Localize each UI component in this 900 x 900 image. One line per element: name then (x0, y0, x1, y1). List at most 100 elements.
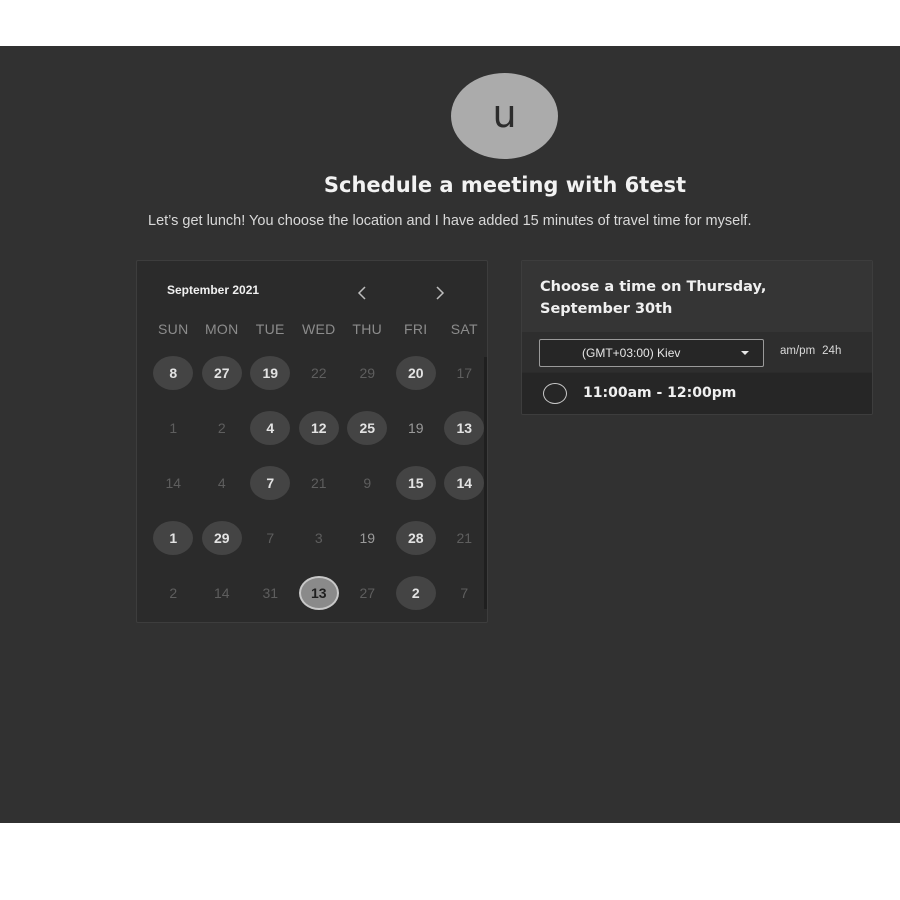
chevron-left-icon (357, 286, 366, 300)
calendar-day: 14 (198, 565, 247, 620)
next-month-button[interactable] (428, 281, 452, 305)
calendar-day-number: 9 (363, 474, 372, 491)
calendar-week-row: 1 29 7 3 19 28 21 (149, 510, 487, 565)
calendar-day-number: 7 (460, 584, 469, 601)
calendar-day-number: 4 (250, 410, 291, 445)
timezone-select[interactable]: (GMT+03:00) Kiev (539, 339, 764, 367)
calendar-day-number: 13 (298, 575, 339, 610)
calendar-day: 29 (343, 345, 392, 400)
calendar-day: 7 (246, 510, 295, 565)
scheduler-page: u Schedule a meeting with 6test Let’s ge… (0, 46, 900, 823)
weekday-label: SUN (158, 321, 189, 337)
calendar-day: 21 (295, 455, 344, 510)
calendar-day[interactable]: 14 (440, 455, 487, 510)
weekday-label: SAT (450, 321, 478, 337)
calendar-day-number: 1 (169, 419, 178, 436)
calendar-day: 27 (343, 565, 392, 620)
calendar-day-number: 1 (153, 520, 194, 555)
calendar-day: 19 (343, 510, 392, 565)
calendar-day[interactable]: 1 (149, 510, 198, 565)
calendar-day-number: 2 (169, 584, 178, 601)
calendar-day-number: 29 (201, 520, 242, 555)
calendar-day[interactable]: 15 (392, 455, 441, 510)
page-title: Schedule a meeting with 6test (323, 173, 687, 197)
calendar-day-number: 21 (310, 474, 327, 491)
calendar-day: 17 (440, 345, 487, 400)
calendar-day[interactable]: 4 (246, 400, 295, 455)
calendar-day: 7 (440, 565, 487, 620)
calendar-day-number: 27 (201, 355, 242, 390)
calendar-day: 2 (149, 565, 198, 620)
calendar-day-number: 19 (359, 529, 376, 546)
avatar-initial: u (492, 92, 517, 136)
calendar-day[interactable]: 19 (246, 345, 295, 400)
calendar-day-number: 13 (444, 410, 485, 445)
weekday-label: WED (301, 321, 336, 337)
calendar-day-number: 4 (217, 474, 226, 491)
caret-down-icon (741, 351, 749, 355)
calendar-day[interactable]: 12 (295, 400, 344, 455)
calendar-day[interactable]: 20 (392, 345, 441, 400)
calendar-week-row: 14 4 7 21 9 15 14 (149, 455, 487, 510)
calendar-day-number: 19 (250, 355, 291, 390)
calendar-day-number: 12 (298, 410, 339, 445)
calendar-day-number: 7 (250, 465, 291, 500)
timezone-value: (GMT+03:00) Kiev (582, 346, 681, 360)
calendar-week-row: 8 27 19 22 29 20 17 (149, 345, 487, 400)
calendar-day-number: 2 (395, 575, 436, 610)
date-picker-calendar: September 2021 SUN MON TUE WED THU FRI SAT 8 27… (136, 260, 488, 623)
calendar-day-number: 31 (262, 584, 279, 601)
time-selection-panel: Choose a time on Thursday, September 30t… (521, 260, 873, 415)
format-24h-option[interactable]: 24h (822, 345, 841, 357)
calendar-day[interactable]: 13 (440, 400, 487, 455)
calendar-day: 2 (198, 400, 247, 455)
calendar-day[interactable]: 25 (343, 400, 392, 455)
calendar-day[interactable]: 8 (149, 345, 198, 400)
calendar-day-number: 7 (266, 529, 275, 546)
calendar-header: September 2021 (137, 261, 487, 311)
calendar-scrollbar[interactable] (484, 357, 487, 609)
clock-format-toggle: am/pm 24h (780, 345, 841, 357)
calendar-day[interactable]: 7 (246, 455, 295, 510)
weekday-label: FRI (404, 321, 428, 337)
calendar-day-grid: 8 27 19 22 29 20 17 1 2 4 12 25 19 13 14 4 7 21 9 15 14 1 29 7 3… (149, 345, 487, 620)
calendar-day-number: 25 (347, 410, 388, 445)
calendar-day: 21 (440, 510, 487, 565)
event-description: Let’s get lunch! You choose the location… (148, 213, 752, 229)
calendar-day: 1 (149, 400, 198, 455)
calendar-month-label: September 2021 (167, 283, 260, 297)
format-12h-option[interactable]: am/pm (780, 345, 815, 357)
calendar-day: 14 (149, 455, 198, 510)
time-slot-option[interactable]: 11:00am - 12:00pm (522, 373, 872, 414)
calendar-day-number: 14 (213, 584, 230, 601)
calendar-day-number: 20 (395, 355, 436, 390)
weekday-header-row: SUN MON TUE WED THU FRI SAT (149, 321, 487, 337)
calendar-week-row: 1 2 4 12 25 19 13 (149, 400, 487, 455)
calendar-day-number: 22 (310, 364, 327, 381)
calendar-day: 22 (295, 345, 344, 400)
calendar-day-number: 27 (359, 584, 376, 601)
calendar-day-number: 8 (153, 355, 194, 390)
calendar-day: 9 (343, 455, 392, 510)
radio-button-icon[interactable] (543, 383, 567, 404)
calendar-day[interactable]: 2 (392, 565, 441, 620)
calendar-day-number: 15 (395, 465, 436, 500)
weekday-label: THU (352, 321, 383, 337)
weekday-label: TUE (255, 321, 285, 337)
time-slot-label: 11:00am - 12:00pm (583, 385, 737, 401)
calendar-day-number: 2 (217, 419, 226, 436)
timezone-row: (GMT+03:00) Kiev am/pm 24h (522, 332, 872, 372)
chevron-right-icon (436, 286, 445, 300)
calendar-day-number: 17 (456, 364, 473, 381)
calendar-day[interactable]: 27 (198, 345, 247, 400)
calendar-day-number: 19 (407, 419, 424, 436)
calendar-day: 4 (198, 455, 247, 510)
calendar-day: 3 (295, 510, 344, 565)
calendar-day[interactable]: 28 (392, 510, 441, 565)
calendar-day-selected[interactable]: 13 (295, 565, 344, 620)
calendar-day-number: 28 (395, 520, 436, 555)
host-avatar: u (451, 73, 558, 159)
calendar-day[interactable]: 29 (198, 510, 247, 565)
calendar-day: 19 (392, 400, 441, 455)
previous-month-button[interactable] (350, 281, 374, 305)
